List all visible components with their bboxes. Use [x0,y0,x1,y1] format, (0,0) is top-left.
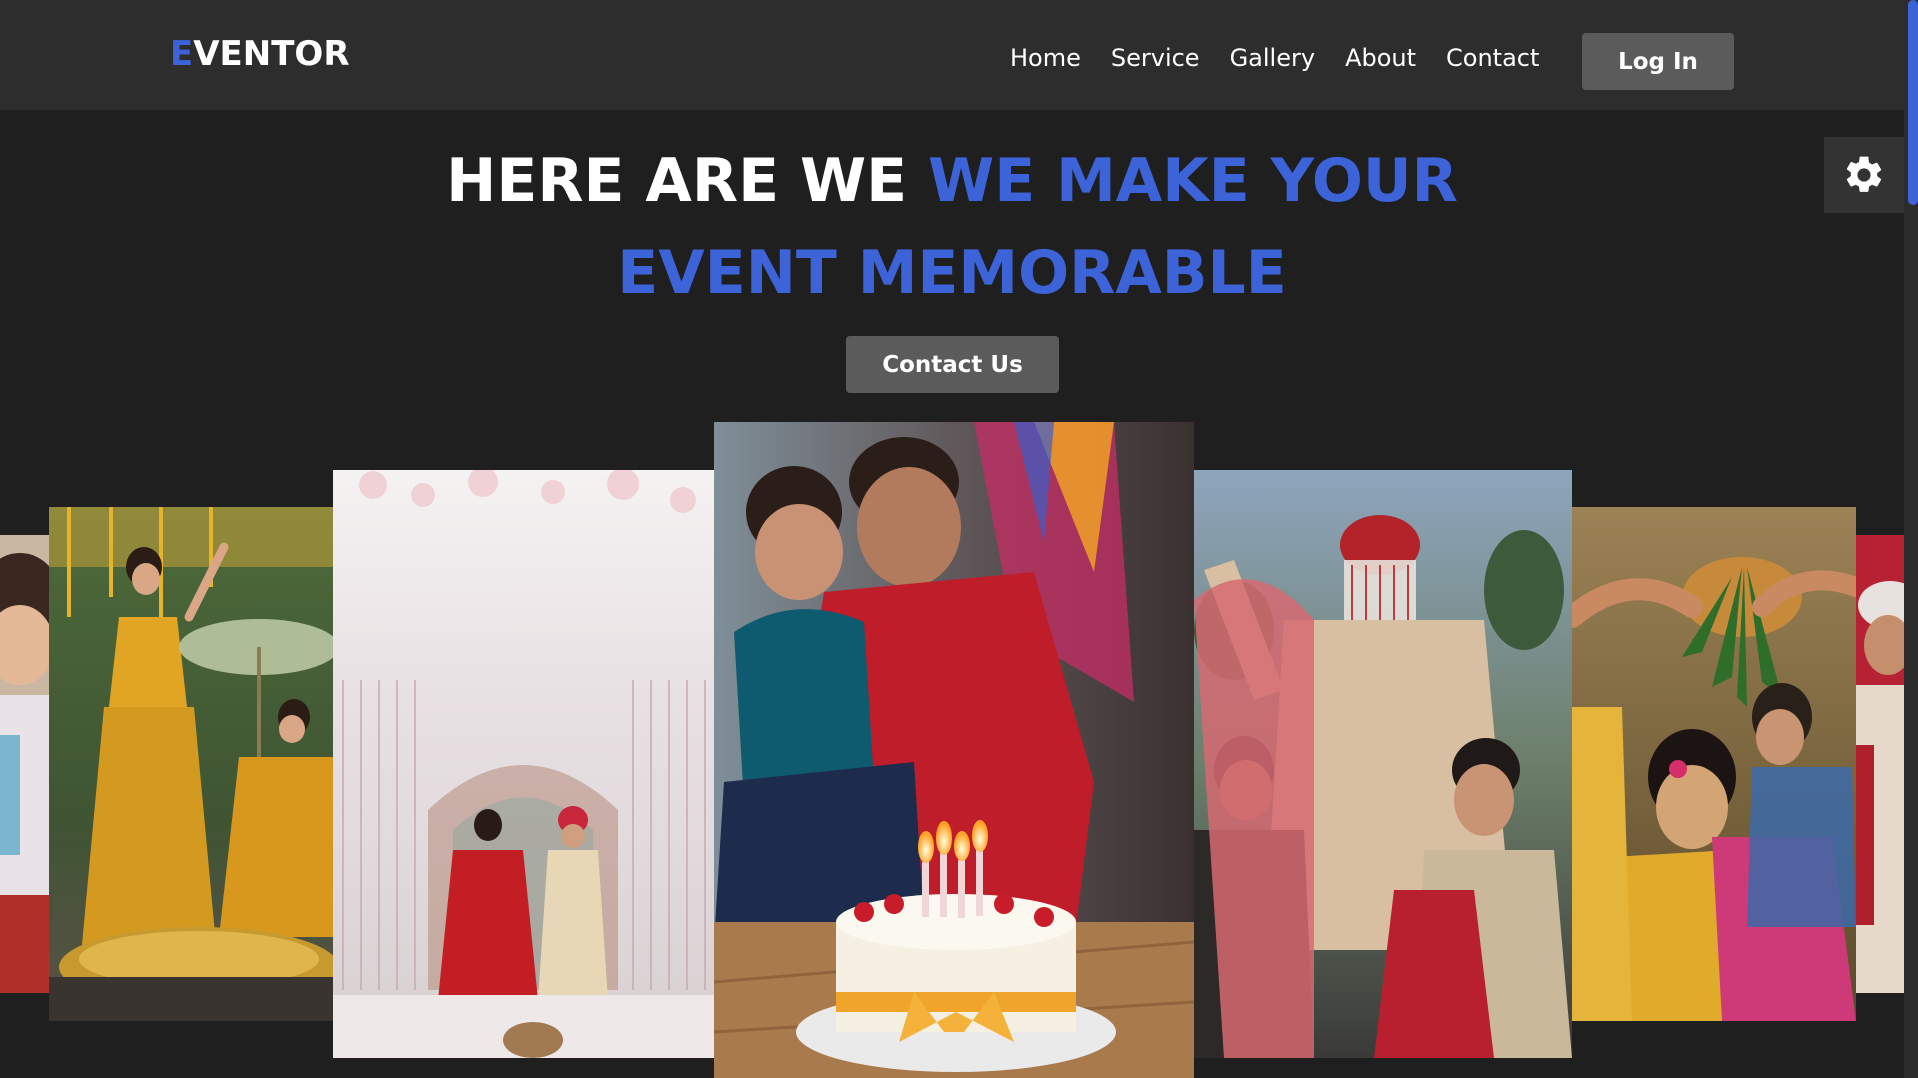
nav-link-service[interactable]: Service [1111,44,1200,72]
logo-text: VENTOR [193,34,350,74]
photo-child-edge[interactable] [0,535,49,993]
login-button[interactable]: Log In [1582,33,1734,90]
site-header: EVENTOR Home Service Gallery About Conta… [0,0,1904,110]
nav-link-gallery[interactable]: Gallery [1230,44,1315,72]
scrollbar-thumb[interactable] [1908,0,1918,205]
photo-turban-edge[interactable] [1856,535,1904,993]
photo-wedding-mandap[interactable] [333,470,714,1058]
page-scrollbar[interactable] [1904,0,1918,1078]
photo-groom-procession[interactable] [1194,470,1572,1058]
hero-title-white: HERE ARE WE [446,146,908,216]
main-nav: Home Service Gallery About Contact [1010,44,1569,72]
hero-title-line2: EVENT MEMORABLE [617,238,1287,308]
hero-title-line1: HERE ARE WE WE MAKE YOUR [0,146,1904,216]
logo-accent-letter: E [170,34,194,74]
photo-haldi-ceremony[interactable] [1572,507,1856,1021]
hero-title-blue: WE MAKE YOUR [928,146,1458,216]
nav-link-home[interactable]: Home [1010,44,1081,72]
contact-us-button[interactable]: Contact Us [846,336,1059,393]
nav-link-contact[interactable]: Contact [1446,44,1539,72]
nav-link-about[interactable]: About [1345,44,1416,72]
photo-haldi-umbrella[interactable] [49,507,333,1021]
photo-birthday-cake[interactable] [714,422,1194,1078]
brand-logo[interactable]: EVENTOR [170,34,350,74]
